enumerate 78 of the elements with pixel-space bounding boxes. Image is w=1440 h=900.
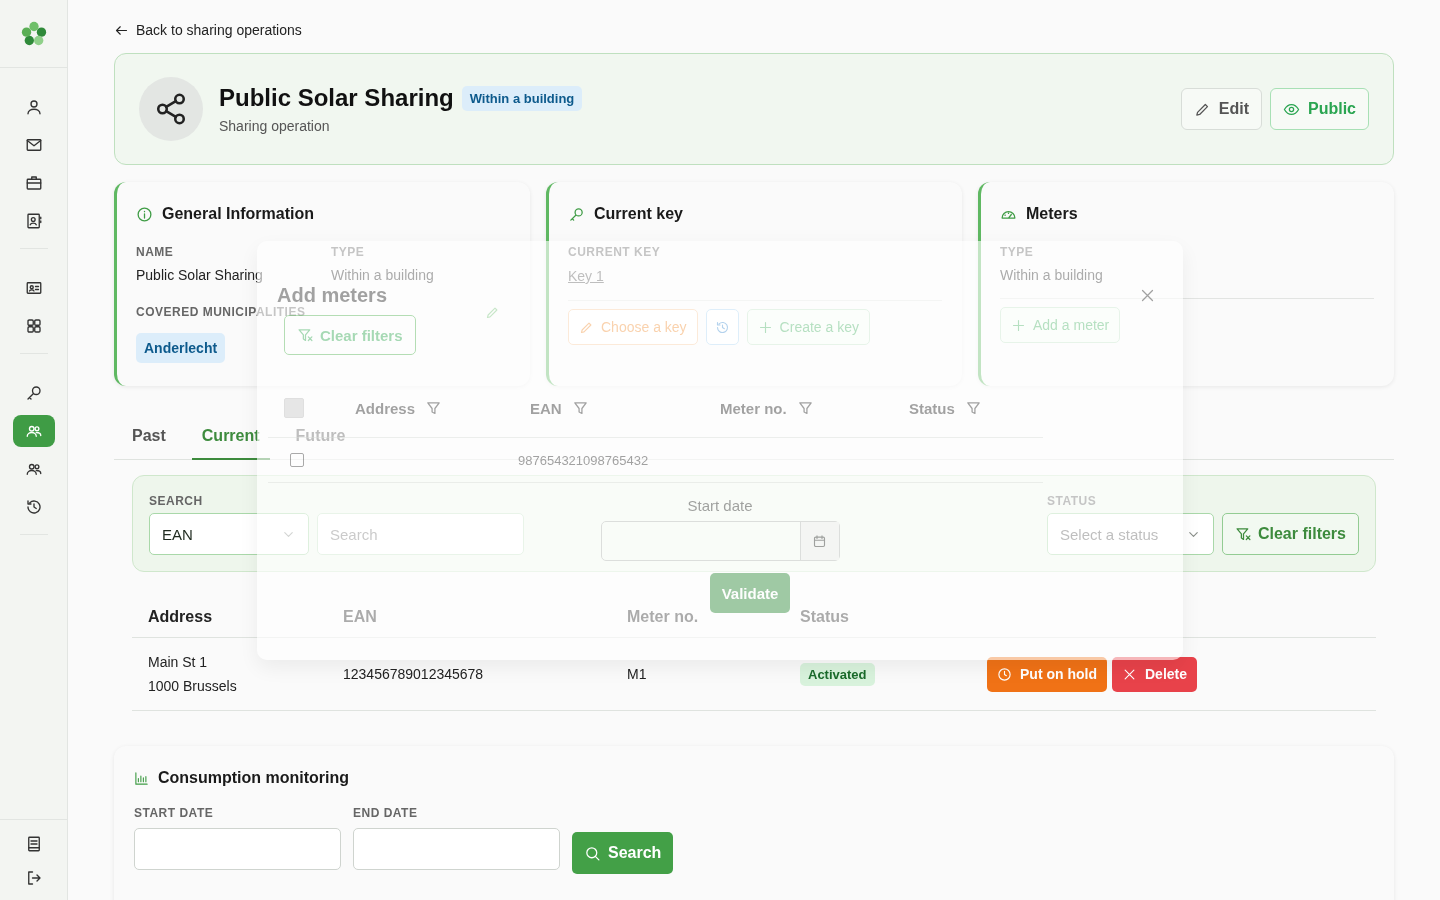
- table-cell-text: M1: [626, 666, 648, 682]
- column-header: EAN: [530, 399, 562, 417]
- filter-icon: [964, 399, 982, 417]
- chart-icon: [134, 770, 149, 786]
- calendar-icon: [812, 533, 827, 549]
- column-header: Status: [909, 399, 955, 417]
- card-title: Meters: [1026, 205, 1078, 223]
- field-label: TYPE: [1000, 245, 1035, 259]
- person-icon: [24, 98, 43, 116]
- column-header: EAN: [342, 607, 378, 626]
- field-value: Within a building: [1000, 267, 1104, 283]
- field-value: Public Solar Sharing: [136, 267, 264, 283]
- pencil-icon: [485, 305, 500, 320]
- delete-button[interactable]: Delete: [1112, 656, 1197, 692]
- start-date-label: Start date: [687, 497, 753, 514]
- tab[interactable]: Future: [285, 400, 356, 460]
- municipality-badge: Anderlecht: [136, 333, 226, 363]
- plus-icon: [1011, 317, 1026, 333]
- field-label: CURRENT KEY: [568, 245, 662, 259]
- select-all-checkbox[interactable]: [284, 398, 304, 418]
- tab[interactable]: Current: [191, 400, 270, 460]
- tab[interactable]: Past: [122, 400, 176, 460]
- filter-icon: [796, 399, 814, 417]
- dialog-title: Add meters: [277, 284, 388, 306]
- column-header: Meter no.: [626, 607, 700, 626]
- info-icon: [136, 205, 153, 223]
- end-date-field[interactable]: [353, 828, 560, 870]
- card-title: General Information: [162, 205, 315, 223]
- filter-icon: [425, 399, 443, 417]
- address-cell-text: Main St 1 1000 Brussels: [147, 653, 238, 696]
- column-header: Status: [799, 607, 850, 626]
- card-title: Current key: [594, 205, 683, 223]
- mail-icon: [24, 136, 43, 154]
- create-icon: [757, 319, 773, 335]
- key-icon: [568, 205, 585, 223]
- type-badge: Within a building: [461, 85, 583, 111]
- validate-button[interactable]: Validate: [709, 573, 791, 613]
- back-link[interactable]: Back to sharing operations: [114, 20, 1394, 40]
- search-by-dropdown[interactable]: EAN: [149, 513, 309, 555]
- table-cell-text: 123456789012345678: [342, 666, 485, 682]
- briefcase-icon: [24, 174, 43, 192]
- status-badge: Activated: [800, 662, 875, 686]
- column-header: Address: [355, 399, 416, 417]
- card-title: Consumption monitoring: [158, 769, 350, 787]
- filter-icon: [571, 399, 589, 417]
- clear-filters-button[interactable]: Clear filters: [1221, 513, 1359, 555]
- idcard-icon: [24, 279, 43, 297]
- field-label: START DATE: [134, 806, 215, 820]
- field-value: Within a building: [331, 267, 435, 283]
- grid-icon: [24, 317, 43, 335]
- field-label: TYPE: [331, 245, 366, 259]
- search-icon: [584, 844, 601, 862]
- contacts-icon: [24, 212, 43, 230]
- operation-title: Public Solar Sharing: [219, 84, 454, 112]
- hold-button[interactable]: Put on hold: [987, 656, 1107, 692]
- share-icon: [154, 92, 188, 126]
- filter-clear-icon: [297, 326, 314, 344]
- edit-button[interactable]: Edit: [1180, 88, 1262, 130]
- key-link[interactable]: Key 1: [568, 268, 604, 284]
- field-label: END DATE: [353, 806, 419, 820]
- column-header: Meter no.: [720, 399, 787, 417]
- search-button[interactable]: Search: [572, 832, 674, 874]
- history-icon: [714, 319, 730, 335]
- column-header: Address: [147, 607, 214, 626]
- start-date-field[interactable]: [600, 521, 840, 561]
- start-date-field[interactable]: [134, 828, 341, 870]
- table-cell-text: 987654321098765432: [518, 452, 650, 468]
- status-dropdown[interactable]: Select a status: [1046, 513, 1214, 555]
- history-icon: [24, 498, 43, 516]
- search-label: SEARCH: [149, 494, 204, 508]
- row-checkbox[interactable]: [290, 453, 304, 467]
- public-button[interactable]: Public: [1270, 88, 1369, 130]
- field-label: NAME: [136, 245, 175, 259]
- hold-icon: [997, 666, 1012, 682]
- clover-logo-icon: [19, 19, 48, 48]
- clear-filters-button[interactable]: Clear filters: [284, 315, 416, 355]
- operation-subtitle: Sharing operation: [219, 118, 331, 134]
- filter-clear-icon: [1234, 525, 1252, 543]
